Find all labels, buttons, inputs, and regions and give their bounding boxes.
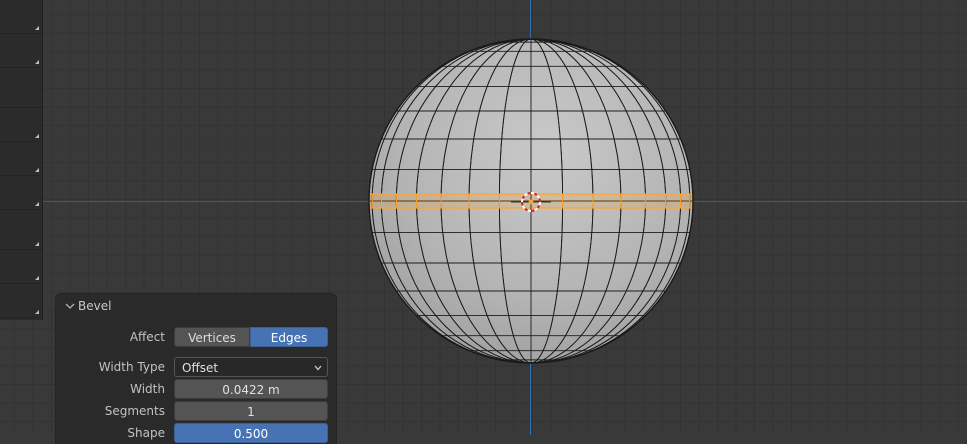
affect-edges-button[interactable]: Edges: [250, 327, 328, 347]
shape-slider[interactable]: 0.500: [174, 423, 328, 443]
bevel-operator-panel: Bevel Affect Vertices Edges Width Type O…: [56, 294, 336, 444]
tool-shelf: [0, 0, 43, 320]
shape-label: Shape: [127, 426, 165, 440]
tool-slot[interactable]: [0, 34, 42, 68]
corner-arrow-icon: [35, 242, 39, 246]
panel-header[interactable]: Bevel: [56, 294, 336, 320]
corner-arrow-icon: [35, 202, 39, 206]
width-type-label: Width Type: [99, 360, 165, 374]
width-field[interactable]: 0.0422 m: [174, 379, 328, 399]
corner-arrow-icon: [35, 60, 39, 64]
corner-arrow-icon: [35, 168, 39, 172]
segments-field[interactable]: 1: [174, 401, 328, 421]
width-label: Width: [130, 382, 165, 396]
corner-arrow-icon: [35, 134, 39, 138]
chevron-down-icon[interactable]: [64, 300, 76, 312]
affect-label: Affect: [130, 330, 165, 344]
tool-slot[interactable]: [0, 142, 42, 176]
segments-label: Segments: [105, 404, 165, 418]
tool-slot[interactable]: [0, 0, 42, 34]
tool-slot[interactable]: [0, 250, 42, 284]
tool-slot[interactable]: [0, 176, 42, 210]
corner-arrow-icon: [35, 310, 39, 314]
affect-vertices-button[interactable]: Vertices: [174, 327, 250, 347]
tool-slot[interactable]: [0, 74, 42, 108]
tool-slot[interactable]: [0, 108, 42, 142]
chevron-down-icon: [313, 363, 323, 373]
corner-arrow-icon: [35, 26, 39, 30]
width-type-value: Offset: [182, 361, 218, 375]
panel-title: Bevel: [78, 299, 111, 313]
tool-slot[interactable]: [0, 284, 42, 318]
width-type-dropdown[interactable]: Offset: [174, 357, 328, 377]
corner-arrow-icon: [35, 276, 39, 280]
tool-slot[interactable]: [0, 216, 42, 250]
